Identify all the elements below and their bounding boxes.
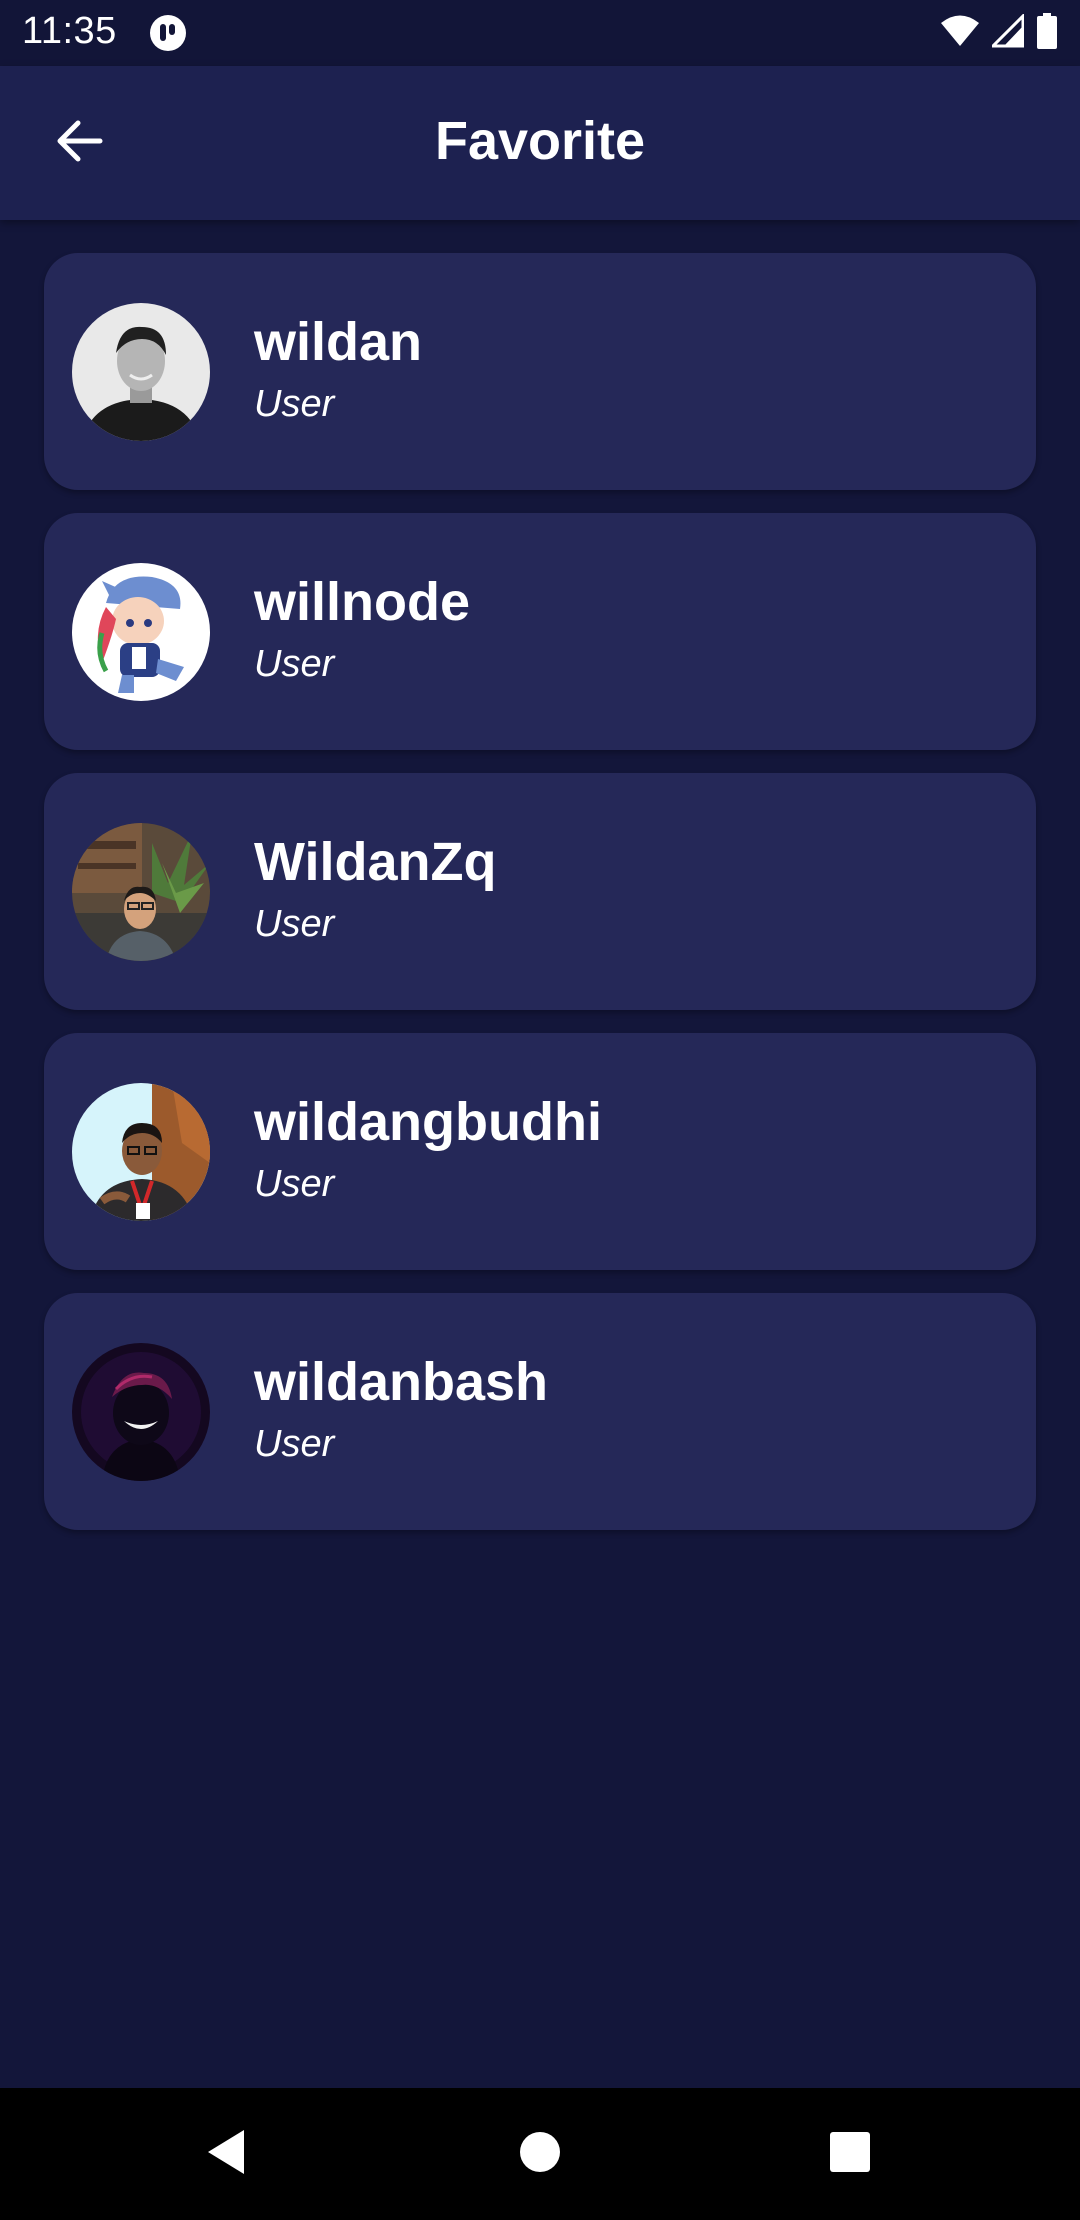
app-notification-icon (148, 13, 188, 53)
user-name: wildan (254, 312, 423, 372)
favorite-user-card[interactable]: wildan User (44, 253, 1036, 490)
user-name: WildanZq (254, 832, 497, 892)
user-role: User (254, 1423, 335, 1465)
nav-home-button[interactable] (508, 2122, 572, 2186)
system-navigation-bar (0, 2088, 1080, 2220)
recents-square-icon (829, 2131, 871, 2178)
nav-recents-button[interactable] (818, 2122, 882, 2186)
app-bar: Favorite (0, 66, 1080, 220)
avatar (72, 563, 210, 701)
avatar (72, 1083, 210, 1221)
wifi-icon (940, 14, 980, 53)
user-name: willnode (254, 572, 470, 632)
nav-back-button[interactable] (194, 2122, 258, 2186)
user-role: User (254, 903, 335, 945)
favorite-user-card[interactable]: wildangbudhi User (44, 1033, 1036, 1270)
avatar (72, 1343, 210, 1481)
cellular-signal-icon (989, 11, 1025, 53)
avatar (72, 823, 210, 961)
user-name: wildangbudhi (254, 1092, 602, 1152)
favorite-user-card[interactable]: willnode User (44, 513, 1036, 750)
user-name: wildanbash (254, 1352, 549, 1412)
page-title: Favorite (434, 111, 646, 171)
favorites-list: wildan User willnode User WildanZq User … (44, 253, 1036, 1553)
battery-icon (1036, 12, 1058, 54)
user-role: User (254, 643, 335, 685)
favorite-user-card[interactable]: WildanZq User (44, 773, 1036, 1010)
avatar (72, 303, 210, 441)
user-role: User (254, 383, 335, 425)
home-circle-icon (518, 2130, 562, 2179)
user-role: User (254, 1163, 335, 1205)
back-triangle-icon (204, 2128, 248, 2181)
favorite-user-card[interactable]: wildanbash User (44, 1293, 1036, 1530)
status-time: 11:35 (22, 10, 117, 52)
status-bar: 11:35 (0, 0, 1080, 66)
